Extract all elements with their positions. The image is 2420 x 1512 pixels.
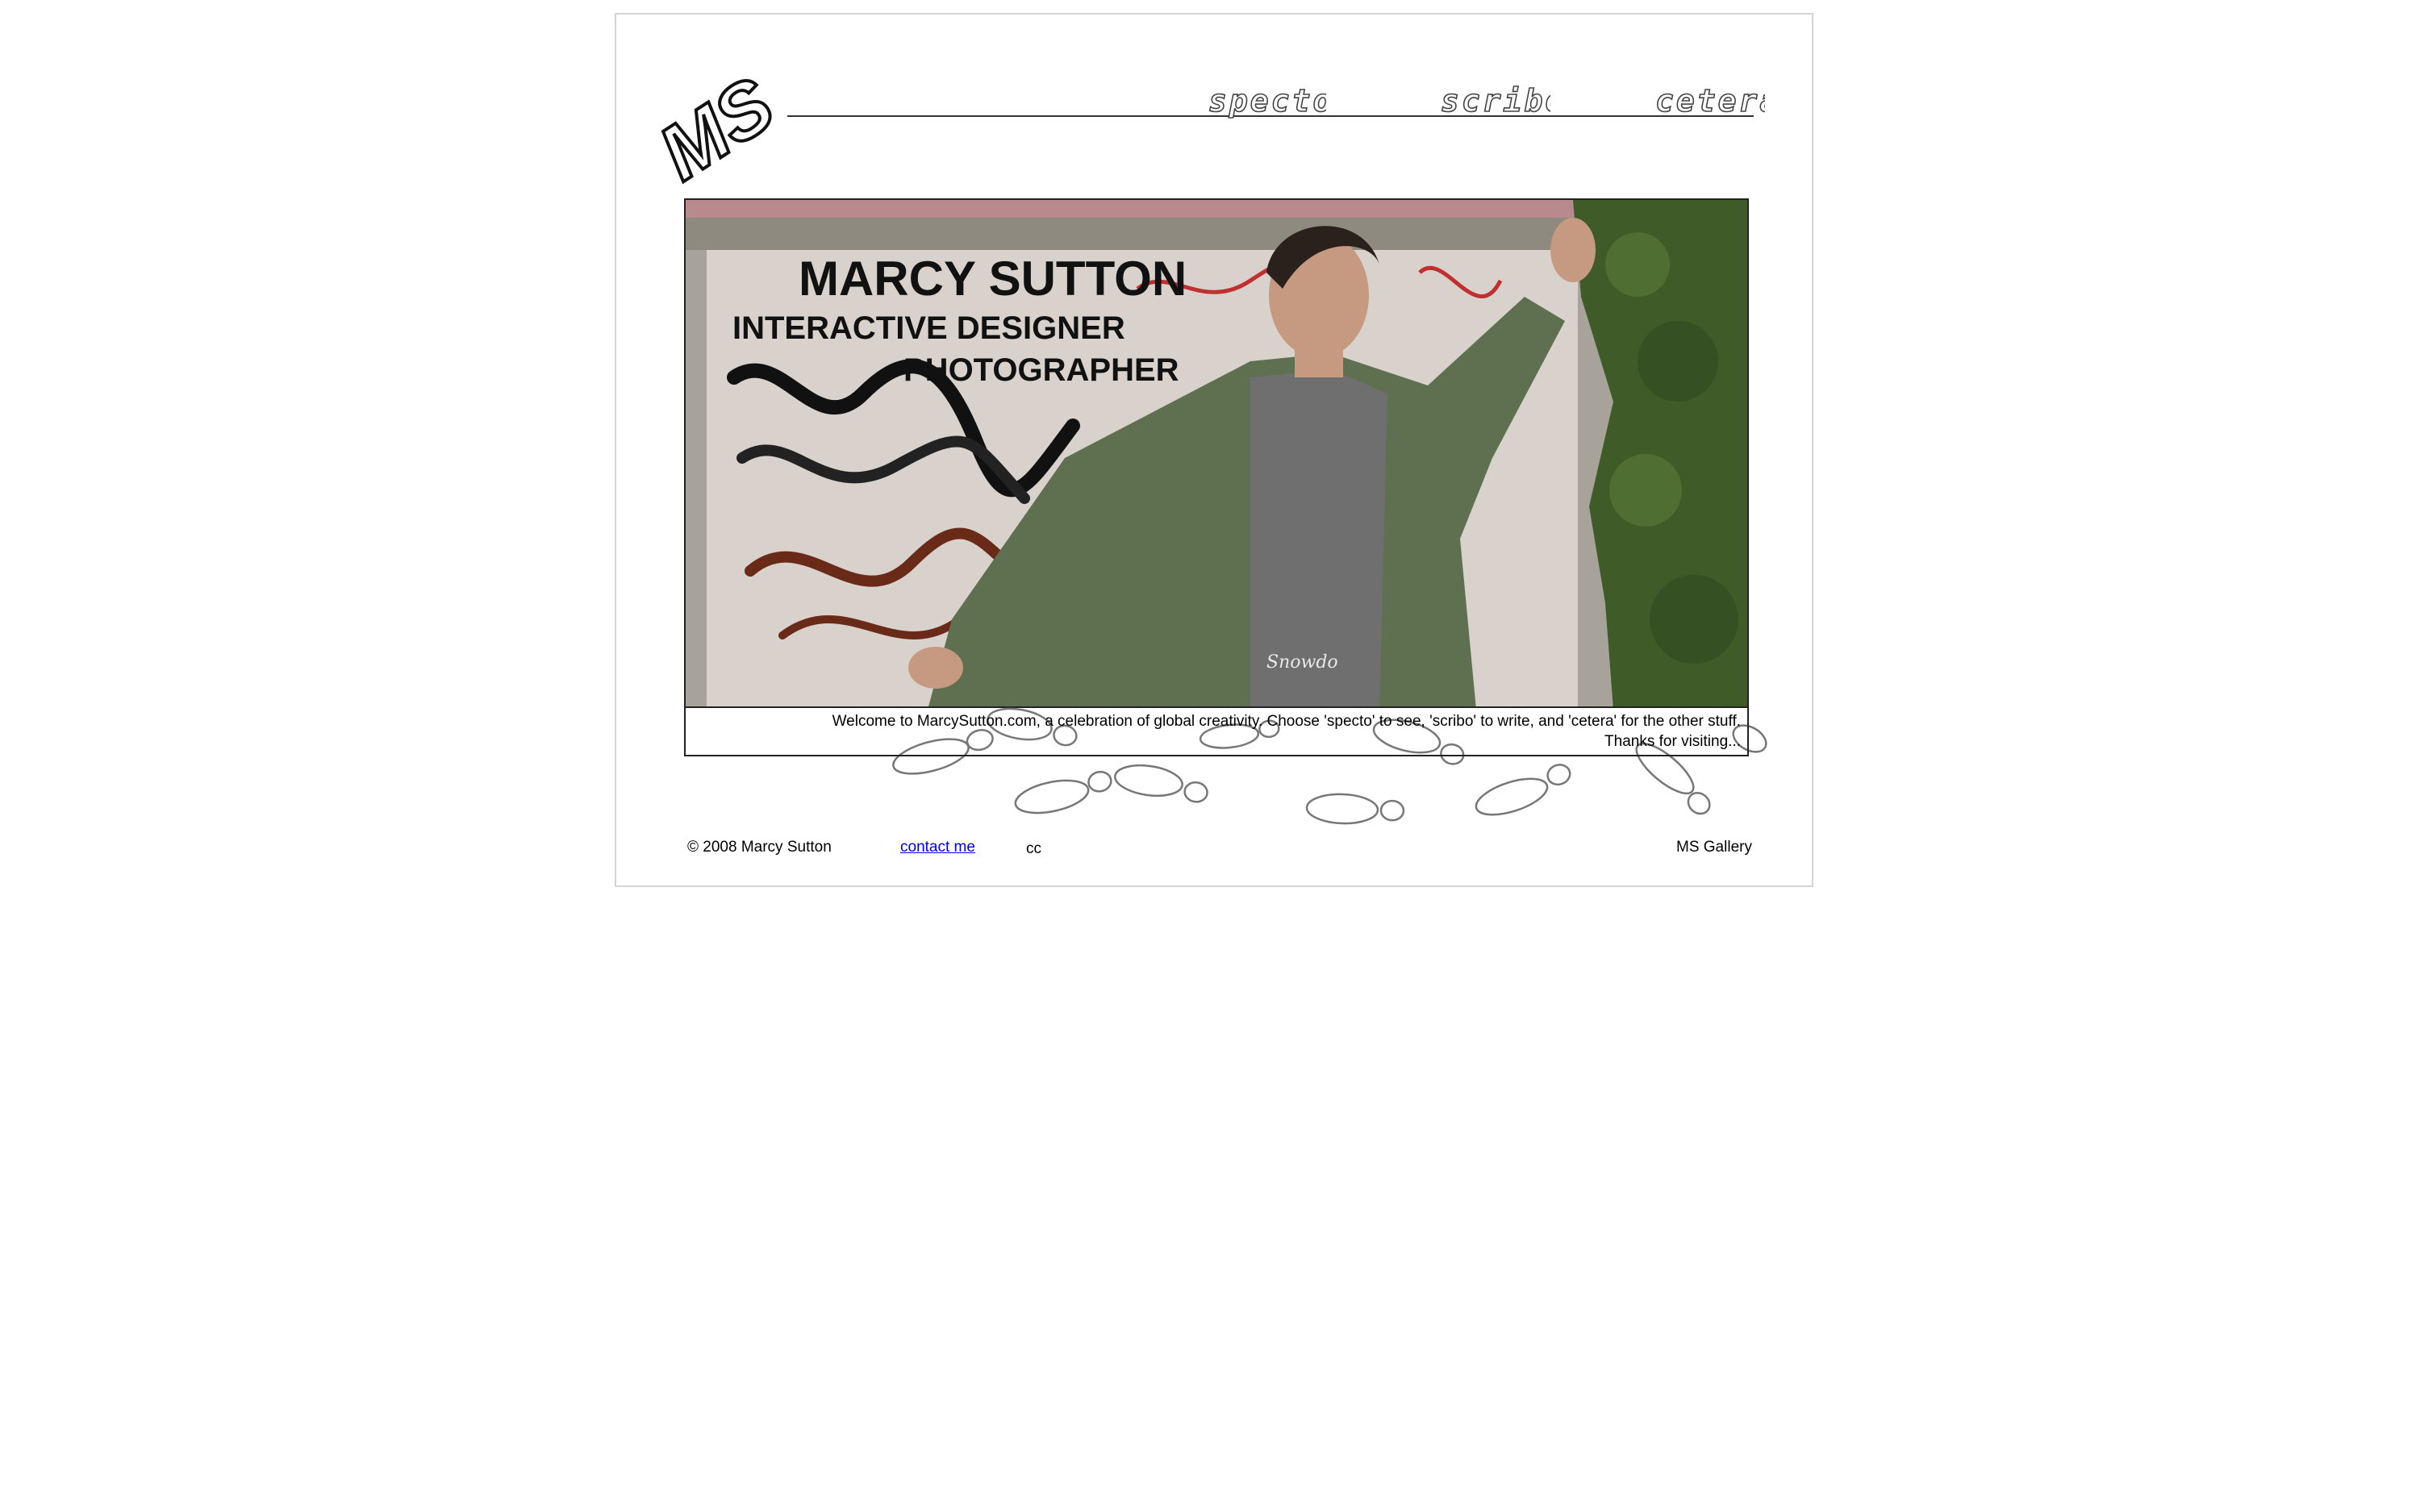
gallery-link[interactable]: MS Gallery (1676, 839, 1752, 856)
nav-cetera-label: cetera (1655, 83, 1765, 119)
hero-line1: INTERACTIVE DESIGNER (732, 310, 1125, 346)
nav-scribo-label: scribo (1441, 83, 1550, 119)
ms-logo[interactable]: MS (643, 55, 792, 200)
contact-link[interactable]: contact me (900, 839, 975, 856)
hero-line2: PHOTOGRAPHER (903, 352, 1179, 388)
nav-specto[interactable]: specto (1205, 79, 1326, 124)
page-frame: MS specto scribo cetera (615, 13, 1813, 887)
shirt-text: Snowdo (1266, 652, 1338, 673)
hero-image: Snowdo MARCY SUTTON INTERACTIVE DESIGNER… (684, 198, 1749, 708)
welcome-caption: Welcome to MarcySutton.com, a celebratio… (684, 706, 1749, 756)
nav-specto-label: specto (1208, 83, 1326, 119)
hero-name: MARCY SUTTON (799, 252, 1187, 306)
nav-cetera[interactable]: cetera (1652, 79, 1765, 124)
logo-text: MS (647, 61, 789, 197)
cc-link[interactable]: cc (1026, 840, 1041, 858)
nav-scribo[interactable]: scribo (1437, 79, 1550, 124)
caption-line2: Thanks for visiting... (1604, 733, 1741, 750)
copyright-text: © 2008 Marcy Sutton (687, 839, 832, 856)
caption-line1: Welcome to MarcySutton.com, a celebratio… (832, 713, 1741, 730)
